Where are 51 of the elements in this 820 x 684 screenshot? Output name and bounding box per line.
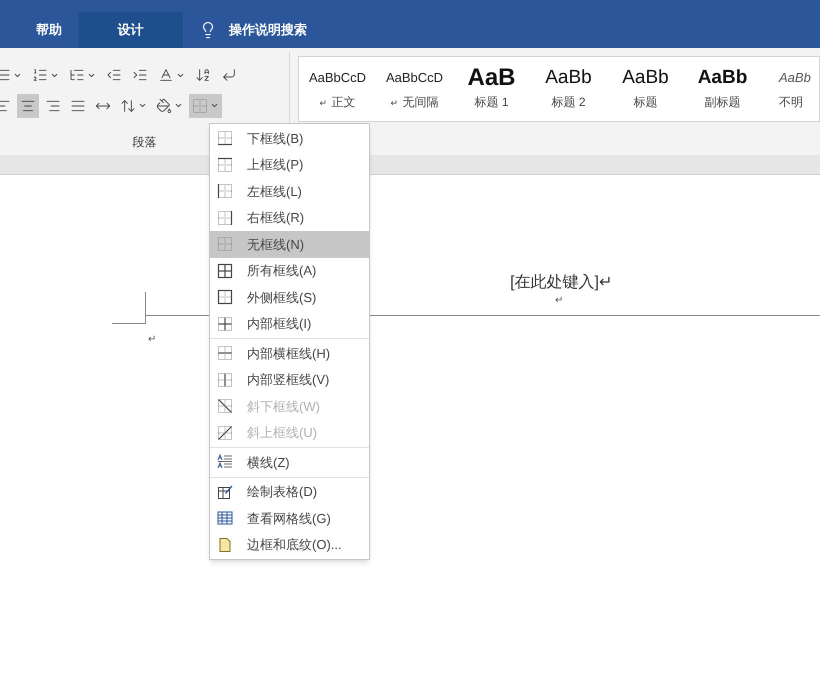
border-diag-down-icon xyxy=(217,398,233,414)
style-item[interactable]: AaBb 标题 2 xyxy=(530,57,607,121)
border-inside-icon xyxy=(217,316,233,332)
border-left-icon xyxy=(217,183,233,200)
border-gridlines-icon xyxy=(217,510,233,526)
show-marks-icon xyxy=(221,67,237,84)
border-inside-h-icon xyxy=(217,345,233,362)
border-draw-table-icon xyxy=(217,484,233,500)
menu-item[interactable]: 内部横框线(H) xyxy=(210,340,369,366)
sort-icon xyxy=(195,67,211,84)
menu-item[interactable]: 绘制表格(D) xyxy=(210,478,369,505)
menu-item[interactable]: 内部竖框线(V) xyxy=(210,366,369,393)
border-outside-icon xyxy=(217,289,233,306)
border-all-icon xyxy=(217,262,233,279)
menu-item[interactable]: 左框线(L) xyxy=(210,178,369,204)
menu-item[interactable]: 下框线(B) xyxy=(210,125,369,152)
ribbon-tab[interactable]: 设计 xyxy=(78,12,183,48)
menu-item[interactable]: 横线(Z) xyxy=(210,449,369,476)
menu-item[interactable]: 边框和底纹(O)... xyxy=(210,532,369,558)
border-right-icon xyxy=(217,210,233,226)
corner-mark xyxy=(112,292,146,324)
paragraph-mark: ↵ xyxy=(148,333,157,347)
border-bottom-icon xyxy=(217,130,233,146)
style-item[interactable]: AaBbCcD ↵ 正文 xyxy=(299,57,376,121)
shading-icon xyxy=(156,98,172,114)
ribbon-tab[interactable]: 帮助 xyxy=(20,12,78,48)
numbering-icon xyxy=(32,67,48,84)
style-item[interactable]: AaB 标题 1 xyxy=(453,57,530,121)
paragraph-mark: ↵ xyxy=(555,294,563,308)
border-diag-up-icon xyxy=(217,424,233,441)
style-item[interactable]: AaBbCcD ↵ 无间隔 xyxy=(376,57,453,121)
menu-item[interactable]: 无框线(N) xyxy=(210,231,369,258)
menu-item[interactable]: 内部框线(I) xyxy=(210,310,369,337)
menu-item[interactable]: 所有框线(A) xyxy=(210,258,369,284)
tell-me-search[interactable]: 操作说明搜索 xyxy=(199,12,307,48)
border-none-icon xyxy=(217,236,233,252)
borders-icon xyxy=(192,98,208,114)
menu-item[interactable]: 上框线(P) xyxy=(210,152,369,178)
style-item[interactable]: AaBb 副标题 xyxy=(684,57,761,121)
align-center-button[interactable] xyxy=(17,94,39,118)
style-item[interactable]: AaBb 标题 xyxy=(607,57,684,121)
border-hline-icon xyxy=(217,454,233,470)
header-text: [在此处键入]↵ xyxy=(510,272,612,293)
menu-item[interactable]: 查看网格线(G) xyxy=(210,505,369,532)
group-label: 段落 xyxy=(132,134,156,151)
menu-item[interactable]: 右框线(R) xyxy=(210,204,369,231)
style-item[interactable]: AaBb 不明 xyxy=(761,57,819,121)
menu-item[interactable]: 外侧框线(S) xyxy=(210,284,369,310)
line-spacing-icon xyxy=(120,98,136,114)
border-top-icon xyxy=(217,156,233,173)
border-inside-v-icon xyxy=(217,372,233,388)
